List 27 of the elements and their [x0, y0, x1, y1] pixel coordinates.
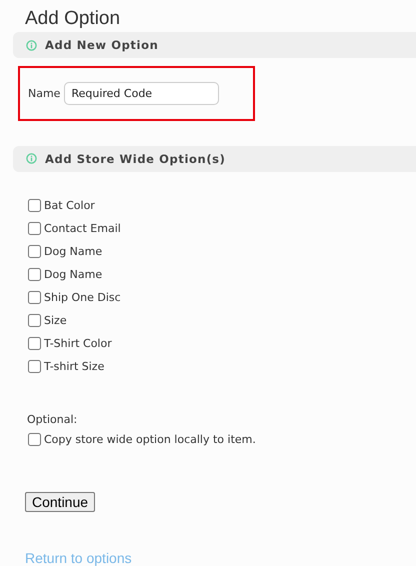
- page-title: Add Option: [25, 8, 122, 30]
- checkbox[interactable]: [28, 268, 41, 282]
- option-label: T-Shirt Color: [44, 337, 112, 350]
- option-label: Dog Name: [44, 245, 102, 258]
- option-label: Copy store wide option locally to item.: [44, 433, 256, 446]
- section-title: Add New Option: [45, 38, 158, 52]
- info-icon: [26, 40, 37, 51]
- option-label: T-shirt Size: [44, 360, 104, 374]
- continue-button[interactable]: Continue: [25, 492, 96, 512]
- checkbox[interactable]: [28, 291, 41, 304]
- checkbox[interactable]: [28, 314, 41, 328]
- option-label: Size: [44, 314, 67, 328]
- option-label: Ship One Disc: [44, 291, 121, 304]
- option-label: Dog Name: [44, 268, 102, 282]
- section-title: Add Store Wide Option(s): [45, 152, 226, 166]
- name-label: Name: [28, 86, 60, 100]
- checkbox[interactable]: [28, 222, 41, 236]
- name-input[interactable]: Required Code: [64, 82, 220, 105]
- checkbox[interactable]: [28, 360, 41, 374]
- info-icon: [26, 153, 37, 164]
- checkbox[interactable]: [28, 433, 41, 446]
- option-label: Bat Color: [44, 199, 95, 212]
- option-label: Contact Email: [44, 222, 121, 236]
- checkbox[interactable]: [28, 337, 41, 350]
- optional-label: Optional:: [27, 412, 78, 426]
- checkbox[interactable]: [28, 245, 41, 258]
- checkbox[interactable]: [28, 199, 41, 212]
